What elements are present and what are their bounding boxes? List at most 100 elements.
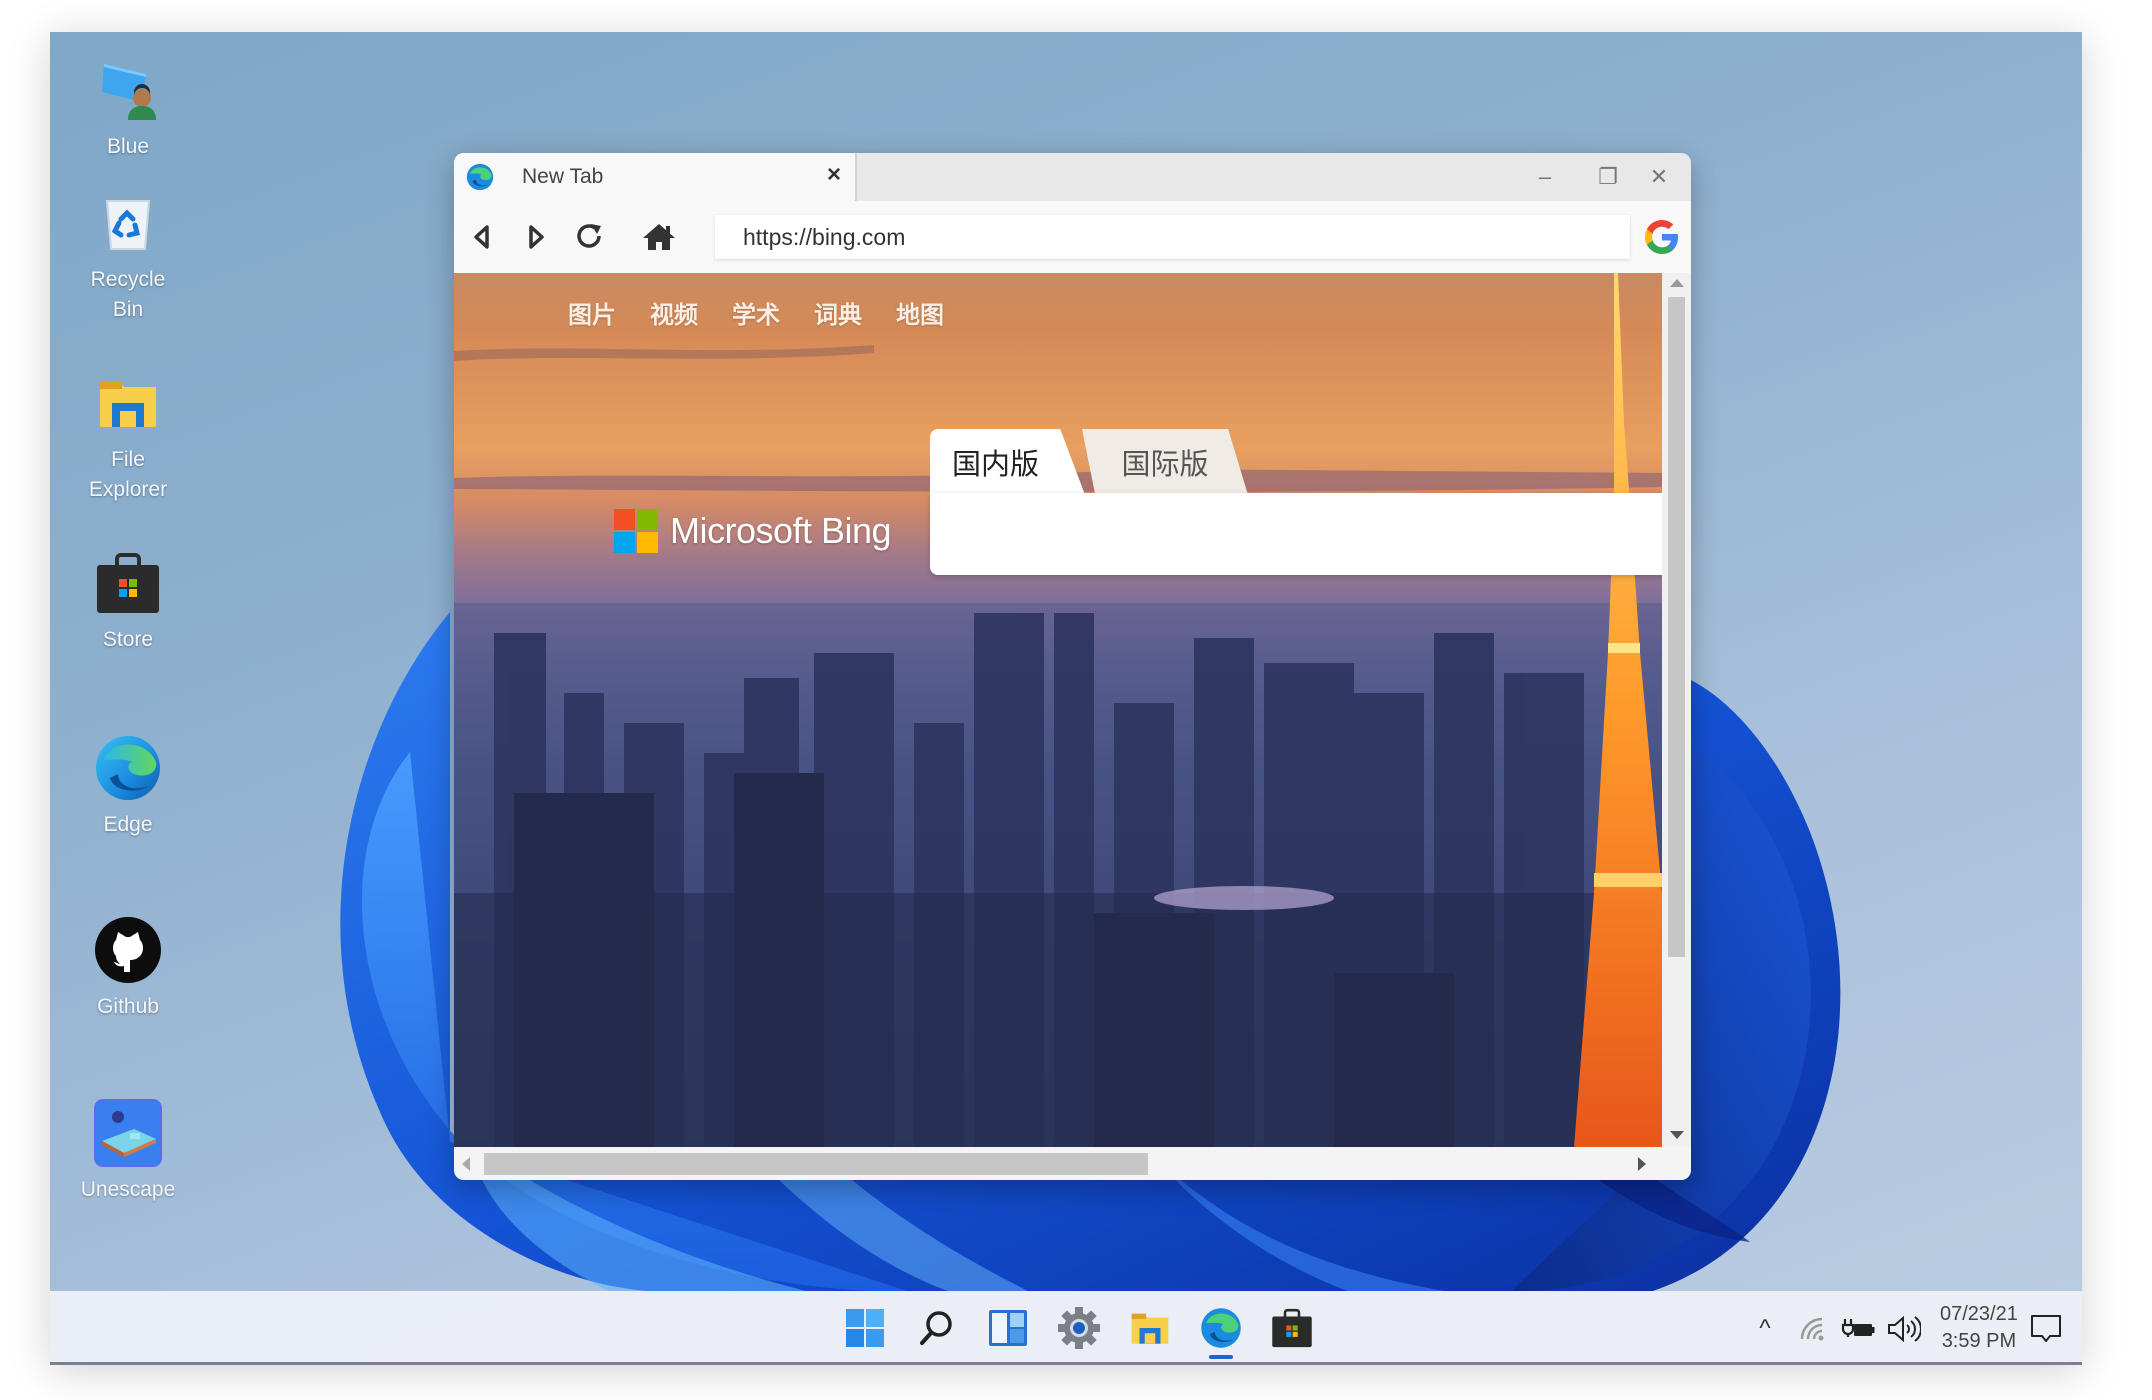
tab-close-button[interactable]: ×: [827, 161, 841, 189]
nav-link-images[interactable]: 图片: [568, 295, 616, 330]
label-line: Bin: [112, 298, 144, 321]
search-card: 国际版 国内版: [930, 429, 1662, 575]
notification-button[interactable]: [2026, 1311, 2066, 1347]
vertical-scroll-thumb[interactable]: [1668, 297, 1685, 957]
taskbar-file-explorer[interactable]: [1125, 1303, 1175, 1353]
notification-icon: [2031, 1315, 2061, 1342]
toolbar: https://bing.com: [454, 201, 1691, 273]
volume-icon: [1888, 1315, 1921, 1343]
edge-icon: [466, 163, 494, 191]
network-button[interactable]: [1795, 1311, 1831, 1347]
label-line: Explorer: [88, 478, 168, 501]
scroll-right-icon[interactable]: [1638, 1157, 1646, 1171]
scope-tab-international[interactable]: 国际版: [1082, 429, 1248, 495]
back-icon: [474, 225, 489, 249]
home-button[interactable]: [637, 215, 681, 259]
forward-button[interactable]: [514, 215, 558, 259]
desktop-icon-github[interactable]: Github: [58, 914, 198, 1022]
forward-icon: [529, 225, 544, 249]
folder-icon: [1131, 1313, 1169, 1344]
scroll-up-icon[interactable]: [1670, 279, 1684, 287]
microsoft-logo-icon: [614, 509, 658, 553]
store-icon: [92, 547, 164, 619]
battery-button[interactable]: [1838, 1311, 1878, 1347]
taskbar-store[interactable]: [1267, 1303, 1317, 1353]
github-icon: [92, 914, 164, 986]
windows-start-icon: [846, 1309, 884, 1347]
taskbar-start[interactable]: [840, 1303, 890, 1353]
battery-charging-icon: [1841, 1319, 1875, 1337]
close-button[interactable]: ✕: [1627, 153, 1691, 201]
store-icon: [1272, 1308, 1312, 1348]
title-bar[interactable]: New Tab × – ❐ ✕: [454, 153, 1691, 201]
taskbar-search[interactable]: [912, 1303, 962, 1353]
scope-tab-label: 国内版: [951, 449, 1039, 481]
clock[interactable]: 07/23/21 3:59 PM: [1940, 1301, 2018, 1355]
google-icon[interactable]: [1642, 217, 1682, 257]
city-skyline-background: [454, 273, 1662, 1147]
nav-link-maps[interactable]: 地图: [896, 295, 944, 330]
desktop: Blue Recycle Bin File Explorer Store Edg…: [50, 32, 2082, 1365]
unescape-app-icon: [92, 1097, 164, 1169]
taskbar-settings[interactable]: [1054, 1303, 1104, 1353]
minimize-button[interactable]: –: [1513, 153, 1577, 201]
logo-wordmark: Microsoft Bing: [670, 510, 892, 551]
chevron-up-icon: ^: [1759, 1315, 1771, 1342]
tab-title: New Tab: [522, 165, 604, 188]
date-text: 07/23/21: [1940, 1303, 2018, 1325]
label-line: File: [111, 448, 145, 471]
desktop-icon-label: Edge: [103, 813, 153, 836]
browser-tab[interactable]: New Tab ×: [454, 153, 857, 201]
desktop-icon-blue[interactable]: Blue: [58, 54, 198, 162]
active-app-indicator: [1209, 1355, 1233, 1359]
desktop-icon-label: Unescape: [80, 1178, 176, 1201]
logo-square: [637, 509, 658, 530]
nav-link-videos[interactable]: 视频: [650, 295, 698, 330]
address-bar[interactable]: https://bing.com: [715, 215, 1630, 259]
close-icon: ✕: [1649, 164, 1669, 189]
microsoft-bing-logo[interactable]: Microsoft Bing: [614, 509, 892, 553]
restore-icon: ❐: [1598, 164, 1618, 189]
desktop-icon-label: Store: [102, 628, 154, 651]
scroll-down-icon[interactable]: [1670, 1131, 1684, 1139]
gear-icon: [1058, 1307, 1100, 1349]
search-icon: [920, 1311, 952, 1345]
horizontal-scrollbar[interactable]: [454, 1147, 1691, 1180]
nav-link-academic[interactable]: 学术: [732, 295, 780, 330]
horizontal-scroll-thumb[interactable]: [484, 1153, 1148, 1175]
recycle-bin-icon: [92, 187, 164, 259]
scroll-left-icon[interactable]: [462, 1157, 470, 1171]
user-computer-icon: [92, 54, 164, 126]
back-button[interactable]: [460, 215, 504, 259]
scope-tab-label: 国际版: [1121, 449, 1209, 481]
scope-tab-domestic[interactable]: 国内版: [930, 429, 1085, 495]
edge-icon: [92, 732, 164, 804]
edge-icon: [1201, 1308, 1241, 1348]
desktop-icon-label: Recycle Bin: [91, 265, 166, 325]
desktop-icon-unescape[interactable]: Unescape: [58, 1097, 198, 1205]
reload-button[interactable]: [568, 215, 612, 259]
desktop-icon-edge[interactable]: Edge: [58, 732, 198, 840]
taskbar-widgets[interactable]: [983, 1303, 1033, 1353]
desktop-icon-file-explorer[interactable]: File Explorer: [58, 367, 198, 505]
desktop-icon-label: File Explorer: [89, 445, 167, 505]
minimize-icon: –: [1538, 164, 1552, 189]
show-hidden-icons-button[interactable]: ^: [1750, 1311, 1780, 1347]
desktop-icon-label: Github: [97, 995, 159, 1018]
logo-square: [614, 532, 635, 553]
search-input[interactable]: [930, 493, 1662, 575]
vertical-scrollbar[interactable]: [1662, 273, 1691, 1147]
taskbar-edge[interactable]: [1196, 1303, 1246, 1359]
volume-button[interactable]: [1884, 1311, 1924, 1347]
taskbar: ^ 07/23/21 3:59 PM: [50, 1291, 2082, 1365]
logo-square: [637, 532, 658, 553]
home-icon: [643, 224, 675, 250]
time-text: 3:59 PM: [1941, 1330, 2017, 1352]
bing-page: 图片 视频 学术 词典 地图 Microsoft Bing 国际版 国内版: [454, 273, 1662, 1147]
desktop-icon-recycle-bin[interactable]: Recycle Bin: [58, 187, 198, 325]
folder-icon: [92, 367, 164, 439]
logo-square: [614, 509, 635, 530]
browser-window: New Tab × – ❐ ✕ https://bing.com 图片 视频 学…: [454, 153, 1691, 1180]
nav-link-dictionary[interactable]: 词典: [814, 295, 862, 330]
desktop-icon-store[interactable]: Store: [58, 547, 198, 655]
